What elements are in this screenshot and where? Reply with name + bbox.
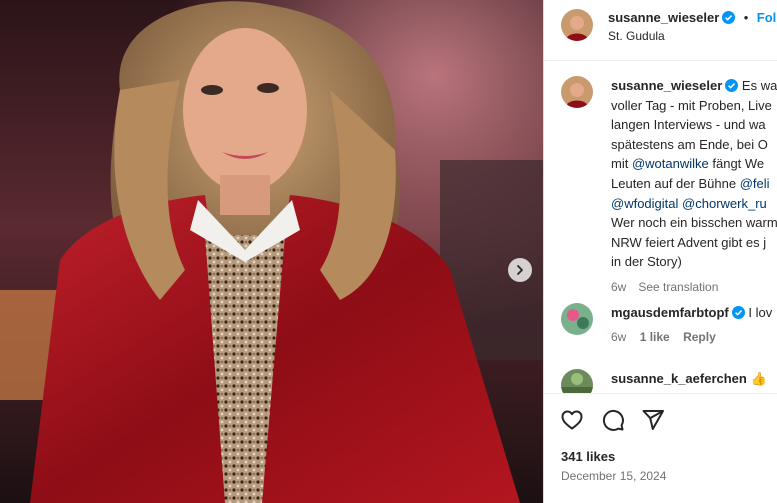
caption-line: Wer noch ein bisschen warm: [611, 215, 777, 231]
mention-link[interactable]: @chorwerk_ru: [682, 196, 767, 211]
mention-link[interactable]: @feli: [740, 176, 770, 191]
comment-likes[interactable]: 1 like: [640, 330, 670, 344]
caption-age[interactable]: 6w: [611, 280, 626, 294]
caption-line: fängt We: [712, 156, 765, 172]
post-photo[interactable]: [0, 0, 543, 503]
comment-avatar[interactable]: [561, 303, 593, 335]
header-separator: •: [743, 10, 749, 25]
comment-icon[interactable]: [601, 408, 625, 432]
mention-link[interactable]: @wotanwilke: [632, 156, 709, 171]
next-image-button[interactable]: [508, 258, 532, 282]
comment-username[interactable]: mgausdemfarbtopf: [611, 305, 729, 320]
likes-count[interactable]: 341 likes: [561, 449, 615, 464]
post-actions: 341 likes December 15, 2024: [544, 393, 777, 503]
comment-age[interactable]: 6w: [611, 330, 626, 344]
comment-text: I lov: [748, 305, 773, 320]
verified-badge-icon: [731, 306, 745, 319]
share-icon[interactable]: [641, 408, 665, 432]
comment-row: mgausdemfarbtopf I lov: [611, 305, 772, 320]
post-date[interactable]: December 15, 2024: [561, 469, 666, 483]
post-caption: susanne_wieseler Es war voller Tag - mit…: [611, 76, 777, 298]
post-image: [0, 0, 543, 503]
author-avatar[interactable]: [561, 9, 593, 41]
see-translation-button[interactable]: See translation: [638, 280, 718, 294]
author-username[interactable]: susanne_wieseler: [608, 10, 719, 25]
caption-author-avatar[interactable]: [561, 76, 593, 108]
caption-line: spätestens am Ende, bei O: [611, 136, 768, 152]
comment-reply-button[interactable]: Reply: [683, 330, 716, 344]
comment-username[interactable]: susanne_k_aeferchen: [611, 371, 747, 386]
comment-row: susanne_k_aeferchen 👍: [611, 371, 767, 387]
caption-line: NRW feiert Advent gibt es j: [611, 234, 767, 250]
caption-line: in der Story): [611, 254, 682, 270]
follow-button[interactable]: Follow: [757, 10, 777, 25]
caption-line: mit: [611, 156, 629, 172]
caption-line: langen Interviews - und wa: [611, 117, 766, 133]
caption-line: Leuten auf der Bühne: [611, 175, 737, 191]
comment-text: 👍: [750, 371, 767, 386]
heart-icon[interactable]: [560, 408, 584, 432]
post-panel: susanne_wieseler • Follow St. Gudula sus…: [543, 0, 777, 503]
mention-link[interactable]: @wfodigital: [611, 196, 678, 211]
verified-badge-icon: [722, 11, 736, 24]
chevron-right-icon: [517, 265, 523, 275]
caption-line: voller Tag - mit Proben, Live: [611, 97, 772, 113]
verified-badge-icon: [725, 79, 739, 92]
post-header: susanne_wieseler • Follow St. Gudula: [544, 0, 777, 61]
comment-meta: 6w 1 like Reply: [611, 330, 716, 344]
post-location[interactable]: St. Gudula: [608, 29, 665, 43]
caption-line: Es war: [741, 78, 777, 93]
caption-username[interactable]: susanne_wieseler: [611, 78, 722, 93]
